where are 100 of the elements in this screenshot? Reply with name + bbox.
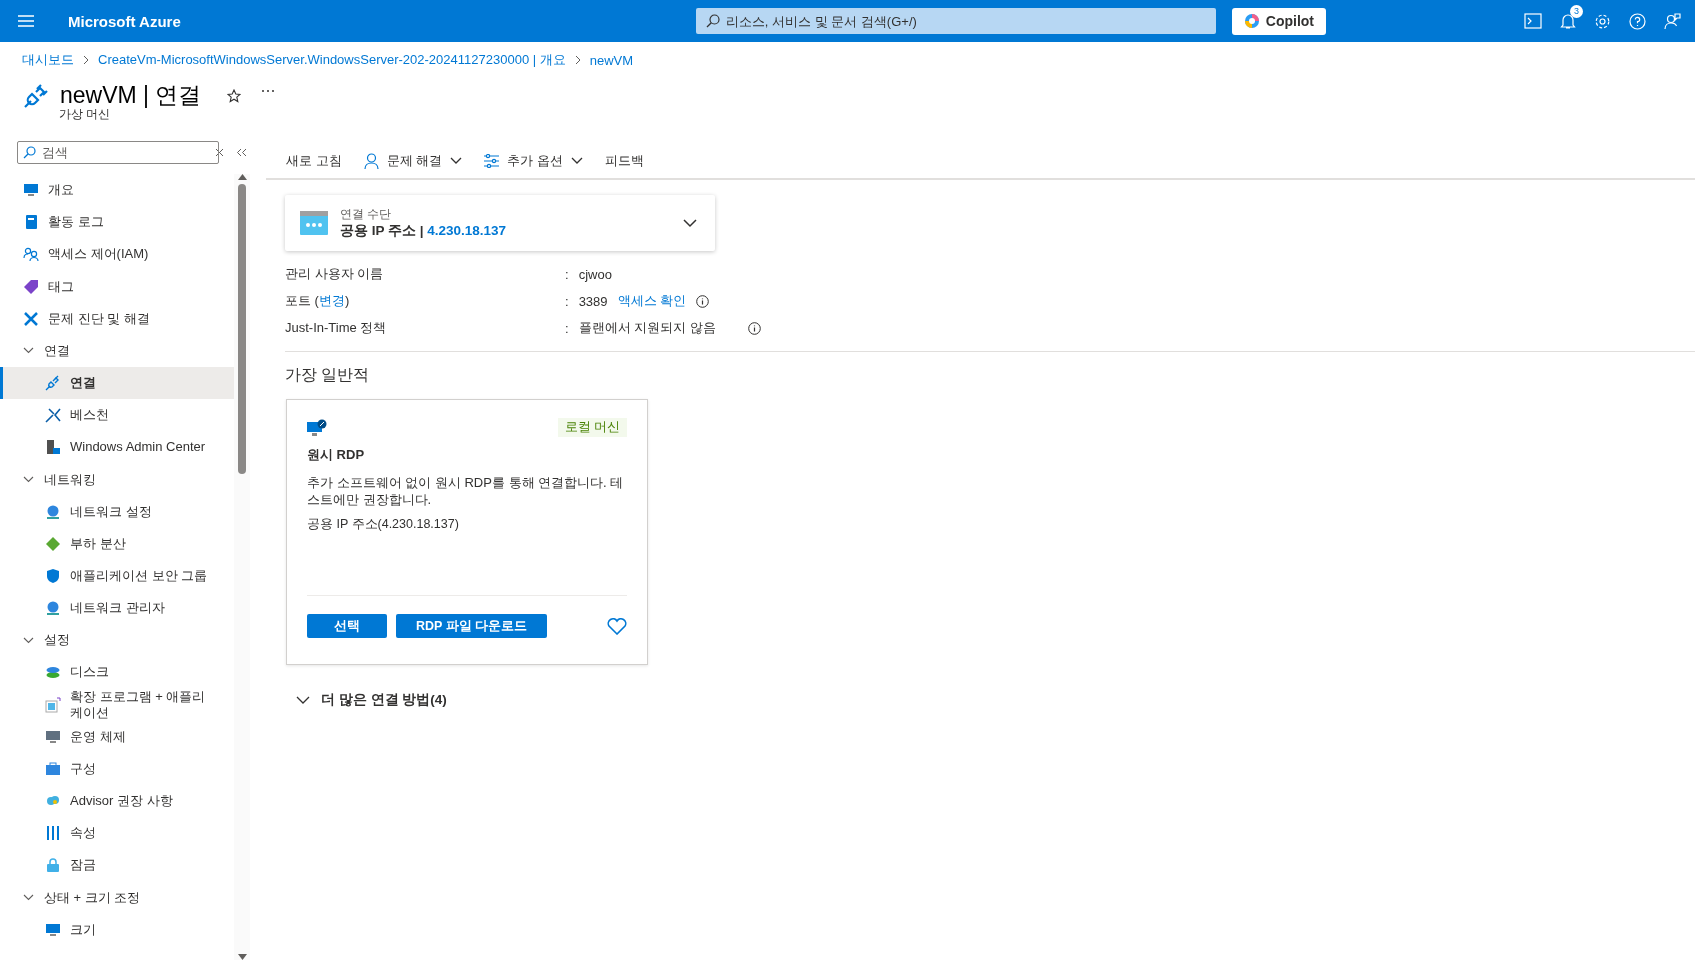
sidebar-item[interactable]: 운영 체제 (0, 720, 234, 753)
sidebar-item[interactable]: 액세스 제어(IAM) (0, 238, 234, 271)
chevron-down-icon[interactable] (683, 218, 697, 228)
connect-via-value: 공용 IP 주소 | 4.230.18.137 (340, 221, 508, 240)
sidebar-item[interactable]: 활동 로그 (0, 206, 234, 239)
extension-icon (45, 696, 61, 713)
feedback-person-icon[interactable] (1664, 12, 1681, 30)
chevron-right-icon (83, 55, 89, 65)
sidebar-item[interactable]: 네트워크 설정 (0, 495, 234, 528)
check-access-link[interactable]: 액세스 확인 (617, 292, 687, 310)
chevron-down-icon (23, 636, 34, 644)
breadcrumb-link[interactable]: CreateVm-MicrosoftWindowsServer.WindowsServer-202-20241127230000 | 개요 (98, 51, 566, 69)
property-label: Just-In-Time 정책 (285, 319, 388, 337)
colon-separator: : (565, 266, 569, 282)
connect-via-label: 연결 수단 (340, 206, 393, 222)
sidebar-item[interactable]: 연결 (0, 366, 234, 400)
chevron-down-icon (23, 347, 34, 355)
ip-address-link[interactable]: 4.230.18.137 (427, 222, 507, 238)
sidebar-item[interactable]: 디스크 (0, 656, 234, 689)
book-icon (23, 214, 39, 231)
sidebar-item[interactable]: 구성 (0, 752, 234, 785)
more-methods-toggle[interactable]: 더 많은 연결 방법(4) (296, 691, 447, 709)
sidebar-group[interactable]: 설정 (0, 624, 234, 657)
cross-arrows-icon (45, 407, 61, 424)
diamond-icon (45, 535, 61, 552)
bell-icon[interactable] (1560, 12, 1576, 30)
breadcrumb-link[interactable]: newVM (589, 52, 634, 68)
toolbar-button[interactable]: 새로 고침 (286, 152, 342, 170)
server-icon (45, 439, 61, 456)
connect-via-card[interactable]: 연결 수단 공용 IP 주소 | 4.230.18.137 (285, 195, 715, 251)
terminal-icon[interactable] (1524, 13, 1542, 29)
option-description: 추가 소프트웨어 없이 원시 RDP를 통해 연결합니다. 테스트에만 권장합니다. (307, 474, 625, 508)
change-link[interactable]: 변경 (318, 293, 345, 308)
monitor-icon (23, 182, 39, 199)
plug-icon (22, 81, 50, 110)
property-value: 3389 (578, 293, 608, 309)
sliders-icon (484, 154, 500, 168)
scroll-down-icon[interactable] (237, 954, 247, 960)
search-icon (23, 145, 36, 159)
chevron-down-icon (450, 157, 463, 165)
property-label: 관리 사용자 이름 (285, 265, 385, 283)
heart-icon[interactable] (607, 617, 627, 635)
settings-icon[interactable] (1594, 12, 1611, 30)
sidebar-item[interactable]: 확장 프로그램 + 애플리케이션 (0, 688, 234, 721)
sidebar-item[interactable]: Windows Admin Center (0, 431, 234, 464)
sidebar-item[interactable]: 속성 (0, 817, 234, 850)
toolbar-button[interactable]: 추가 옵션 (484, 152, 583, 170)
sidebar-item[interactable]: 잠금 (0, 849, 234, 882)
colon-separator: : (565, 320, 569, 336)
help-icon[interactable] (1629, 12, 1646, 30)
chevron-down-icon (23, 894, 34, 902)
sidebar-item[interactable]: 문제 진단 및 해결 (0, 302, 234, 335)
sidebar-group[interactable]: 상태 + 크기 조정 (0, 881, 234, 914)
menu-icon[interactable] (18, 15, 34, 27)
sidebar-item[interactable]: 네트워크 관리자 (0, 592, 234, 625)
brand-name[interactable]: Microsoft Azure (68, 12, 181, 30)
property-value: cjwoo (578, 266, 612, 282)
monitor-connect-icon (307, 418, 327, 437)
more-icon[interactable] (261, 88, 276, 93)
sidebar-group[interactable]: 연결 (0, 334, 234, 367)
sidebar-item[interactable]: 크기 (0, 913, 234, 946)
clear-icon[interactable] (215, 147, 224, 157)
plug-icon (45, 375, 61, 392)
download-button[interactable]: RDP 파일 다운로드 (396, 614, 548, 638)
sidebar-item[interactable]: 개요 (0, 174, 234, 207)
option-title: 원시 RDP (307, 446, 366, 464)
search-field[interactable]: 리소스, 서비스 및 문서 검색(G+/) (695, 8, 1216, 34)
sidebar-item[interactable]: 태그 (0, 270, 234, 303)
sidebar-item[interactable]: 부하 분산 (0, 527, 234, 560)
sidebar-item[interactable]: 애플리케이션 보안 그룹 (0, 559, 234, 593)
colon-separator: : (565, 293, 569, 309)
search-icon (705, 14, 720, 28)
toolbar-button[interactable]: 문제 해결 (363, 152, 463, 170)
toolbar-button[interactable]: 피드백 (604, 152, 644, 170)
star-icon[interactable] (227, 88, 242, 103)
bars-icon (45, 825, 61, 842)
sidebar-group[interactable]: 네트워킹 (0, 463, 234, 496)
page-title: newVM | 연결 (60, 81, 202, 109)
sidebar-item[interactable]: 베스천 (0, 399, 234, 432)
toolbox-icon (45, 760, 61, 777)
disk-icon (45, 664, 61, 681)
collapse-icon[interactable] (236, 147, 247, 157)
notification-count: 3 (1570, 4, 1583, 18)
sidebar-search-field[interactable]: 검색 (17, 140, 219, 164)
section-title: 가장 일반적 (285, 365, 371, 385)
chevron-down-icon (296, 695, 310, 705)
property-label: 포트 (변경) (285, 292, 351, 310)
monitor-icon (45, 921, 61, 938)
local-machine-tag: 로컬 머신 (557, 418, 627, 437)
select-button[interactable]: 선택 (307, 614, 387, 638)
scrollbar-thumb[interactable] (238, 184, 246, 474)
option-address: 공용 IP 주소(4.230.18.137) (307, 516, 460, 533)
monitor-icon (45, 728, 61, 745)
tag-icon (23, 278, 39, 295)
breadcrumb-link[interactable]: 대시보드 (22, 51, 74, 69)
scrollbar[interactable] (234, 174, 250, 960)
copilot-logo-icon (1243, 13, 1260, 29)
sidebar-item[interactable]: Advisor 권장 사항 (0, 785, 234, 818)
copilot-button[interactable]: Copilot (1231, 7, 1326, 35)
scroll-up-icon[interactable] (237, 174, 247, 180)
